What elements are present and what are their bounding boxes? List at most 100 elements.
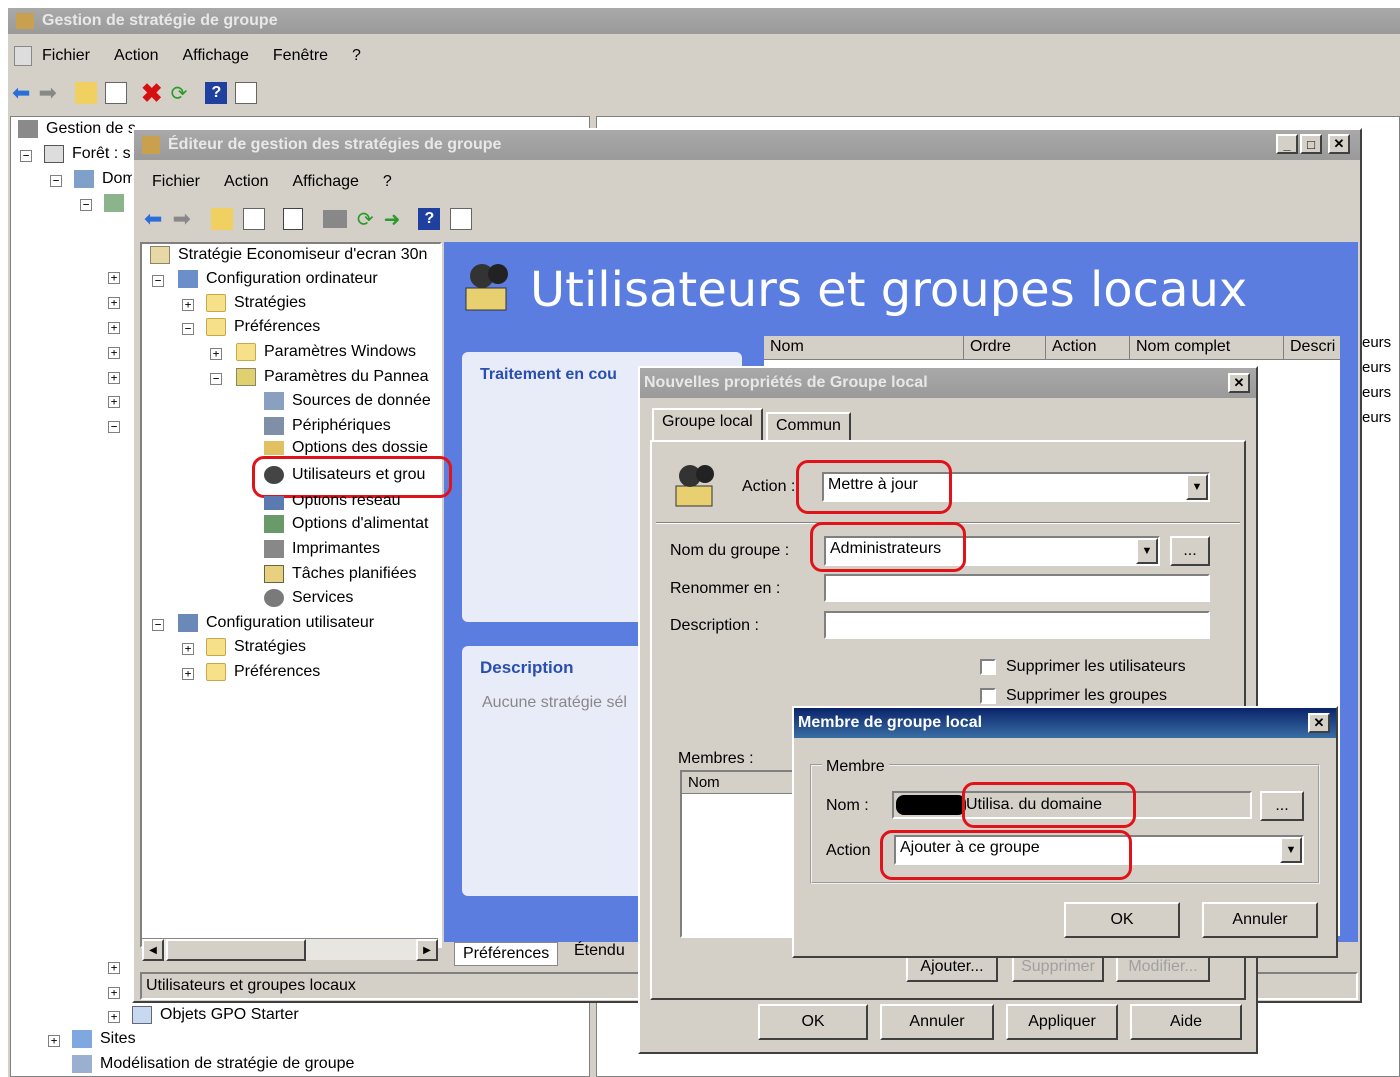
tree-gpo-root[interactable]: Stratégie Economiseur d'ecran 30n: [150, 246, 427, 264]
collapse-box[interactable]: −: [108, 421, 120, 433]
expand-box[interactable]: +: [210, 348, 222, 360]
collapse-box[interactable]: −: [80, 199, 92, 211]
tab-etendu[interactable]: Étendu: [574, 942, 625, 960]
expand-box[interactable]: +: [108, 297, 120, 309]
help-button[interactable]: Aide: [1130, 1004, 1242, 1040]
group-browse-button[interactable]: ...: [1170, 536, 1210, 566]
expand-box[interactable]: +: [108, 347, 120, 359]
tree-gpm-root[interactable]: Gestion de s: [18, 120, 136, 138]
export-icon[interactable]: ➜: [384, 207, 401, 232]
tab-commun[interactable]: Commun: [766, 412, 851, 442]
col-ordre[interactable]: Ordre: [964, 336, 1046, 360]
forward-icon[interactable]: ➡: [38, 80, 56, 106]
col-nom-complet[interactable]: Nom complet: [1130, 336, 1284, 360]
member-ok-button[interactable]: OK: [1064, 902, 1180, 938]
up-folder-icon[interactable]: [210, 208, 233, 230]
tree-windows-params[interactable]: Paramètres Windows: [236, 343, 416, 361]
tree-forest[interactable]: Forêt : s: [44, 145, 131, 163]
member-browse-button[interactable]: ...: [1260, 791, 1304, 821]
tree-sites[interactable]: Sites: [72, 1030, 136, 1048]
tree-domain-child[interactable]: [104, 194, 132, 212]
delete-groups-checkbox[interactable]: Supprimer les groupes: [980, 687, 1167, 705]
tree-computer-config[interactable]: Configuration ordinateur: [178, 270, 378, 288]
expand-box[interactable]: +: [108, 987, 120, 999]
expand-box[interactable]: +: [108, 322, 120, 334]
tree-power-options[interactable]: Options d'alimentat: [264, 515, 428, 533]
col-nom[interactable]: Nom: [764, 336, 964, 360]
menu-fichier[interactable]: Fichier: [42, 47, 90, 65]
expand-box[interactable]: +: [48, 1035, 60, 1047]
menu-affichage[interactable]: Affichage: [292, 173, 358, 191]
close-button[interactable]: ✕: [1328, 134, 1350, 154]
refresh-icon[interactable]: ⟳: [357, 207, 374, 232]
member-dialog-close-button[interactable]: ✕: [1308, 713, 1330, 733]
collapse-box[interactable]: −: [50, 175, 62, 187]
menu-fenetre[interactable]: Fenêtre: [273, 47, 328, 65]
tree-services[interactable]: Services: [264, 589, 353, 607]
properties-icon[interactable]: [282, 208, 303, 230]
forward-icon[interactable]: ➡: [172, 206, 190, 232]
tree-modeling[interactable]: Modélisation de stratégie de groupe: [72, 1055, 354, 1073]
chevron-down-icon[interactable]: ▼: [1136, 538, 1158, 564]
tree-network-options[interactable]: Options réseau: [264, 496, 401, 510]
tree-user-config[interactable]: Configuration utilisateur: [178, 614, 374, 632]
maximize-button[interactable]: □: [1300, 134, 1322, 154]
ok-button[interactable]: OK: [758, 1004, 868, 1040]
refresh-icon[interactable]: ⟳: [171, 81, 188, 106]
expand-box[interactable]: +: [108, 1011, 120, 1023]
tree-strategies[interactable]: Stratégies: [206, 294, 306, 312]
menu-action[interactable]: Action: [224, 173, 268, 191]
back-icon[interactable]: ⬅: [144, 206, 162, 232]
collapse-box[interactable]: −: [20, 150, 32, 162]
col-action[interactable]: Action: [1046, 336, 1130, 360]
col-description[interactable]: Descri: [1284, 336, 1340, 360]
scroll-left-button[interactable]: ◀: [142, 939, 164, 961]
tree-folder-options[interactable]: Options des dossie: [264, 441, 428, 455]
help-icon[interactable]: ?: [418, 208, 441, 230]
group-dialog-close-button[interactable]: ✕: [1228, 373, 1250, 393]
expand-box[interactable]: +: [182, 299, 194, 311]
tree-domain[interactable]: Dom: [74, 170, 136, 188]
tree-gpo-starter[interactable]: Objets GPO Starter: [132, 1006, 299, 1024]
checkbox-box[interactable]: [980, 687, 996, 704]
menu-help[interactable]: ?: [352, 47, 361, 65]
up-folder-icon[interactable]: [74, 82, 97, 104]
cancel-button[interactable]: Annuler: [880, 1004, 994, 1040]
tab-preferences[interactable]: Préférences: [454, 942, 559, 966]
member-cancel-button[interactable]: Annuler: [1202, 902, 1318, 938]
collapse-box[interactable]: −: [152, 275, 164, 287]
print-icon[interactable]: [322, 210, 347, 228]
menu-help[interactable]: ?: [383, 173, 392, 191]
tree-user-strategies[interactable]: Stratégies: [206, 638, 306, 656]
menu-action[interactable]: Action: [114, 47, 158, 65]
expand-box[interactable]: +: [108, 962, 120, 974]
delete-users-checkbox[interactable]: Supprimer les utilisateurs: [980, 658, 1186, 676]
expand-box[interactable]: +: [108, 372, 120, 384]
back-icon[interactable]: ⬅: [12, 80, 30, 106]
help-icon[interactable]: ?: [205, 82, 228, 104]
tree-preferences[interactable]: Préférences: [206, 318, 320, 336]
collapse-box[interactable]: −: [210, 373, 222, 385]
delete-icon[interactable]: ✖: [141, 78, 163, 109]
expand-box[interactable]: +: [182, 643, 194, 655]
tree-hscrollbar[interactable]: ◀ ▶: [142, 938, 438, 961]
tree-printers[interactable]: Imprimantes: [264, 540, 380, 558]
collapse-box[interactable]: −: [152, 619, 164, 631]
menu-affichage[interactable]: Affichage: [182, 47, 248, 65]
tree-devices[interactable]: Périphériques: [264, 417, 391, 435]
apply-button[interactable]: Appliquer: [1006, 1004, 1118, 1040]
collapse-box[interactable]: −: [182, 323, 194, 335]
tree-user-preferences[interactable]: Préférences: [206, 663, 320, 681]
tree-data-sources[interactable]: Sources de donnée: [264, 392, 431, 410]
chevron-down-icon[interactable]: ▼: [1280, 837, 1302, 863]
scroll-thumb[interactable]: [166, 939, 306, 961]
expand-box[interactable]: +: [108, 396, 120, 408]
show-pane-icon[interactable]: [242, 208, 265, 230]
panel-icon[interactable]: [235, 82, 258, 104]
tree-scheduled-tasks[interactable]: Tâches planifiées: [264, 565, 417, 583]
tree-panel-params[interactable]: Paramètres du Pannea: [236, 368, 429, 386]
show-pane-icon[interactable]: [104, 82, 127, 104]
expand-box[interactable]: +: [108, 272, 120, 284]
minimize-button[interactable]: _: [1276, 134, 1298, 154]
expand-box[interactable]: +: [182, 668, 194, 680]
